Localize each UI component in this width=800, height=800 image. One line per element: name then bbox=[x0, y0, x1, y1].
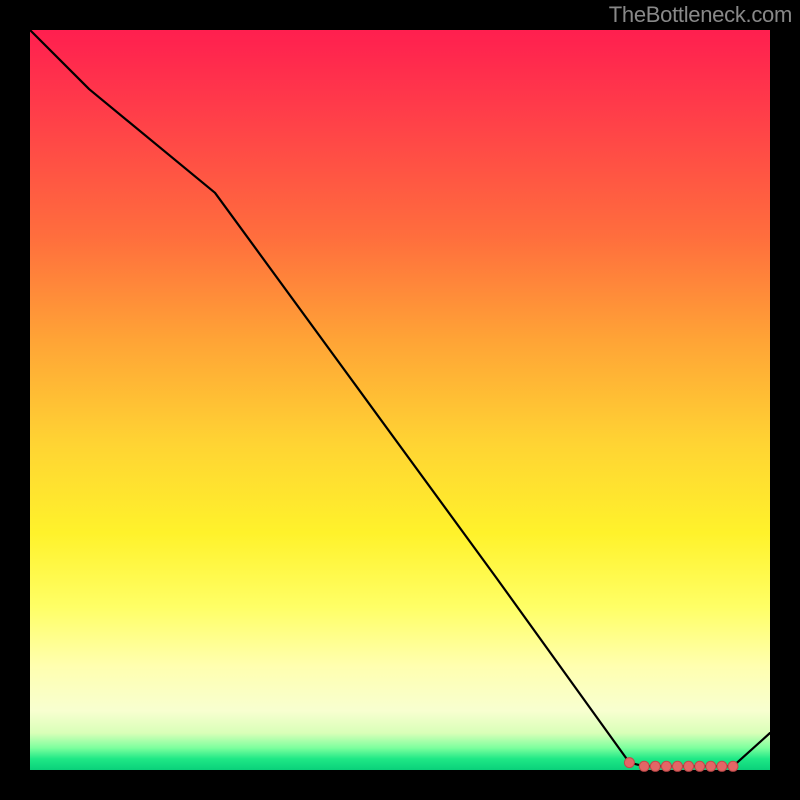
flat-region-markers bbox=[624, 758, 738, 772]
flat-marker bbox=[717, 761, 727, 771]
flat-marker bbox=[650, 761, 660, 771]
chart-frame: TheBottleneck.com bbox=[0, 0, 800, 800]
flat-marker bbox=[624, 758, 634, 768]
data-line bbox=[30, 30, 770, 766]
flat-marker bbox=[661, 761, 671, 771]
chart-svg bbox=[30, 30, 770, 770]
flat-marker bbox=[673, 761, 683, 771]
flat-marker bbox=[706, 761, 716, 771]
attribution-label: TheBottleneck.com bbox=[609, 2, 792, 28]
plot-area bbox=[30, 30, 770, 770]
flat-marker bbox=[695, 761, 705, 771]
flat-marker bbox=[728, 761, 738, 771]
flat-marker bbox=[639, 761, 649, 771]
flat-marker bbox=[684, 761, 694, 771]
